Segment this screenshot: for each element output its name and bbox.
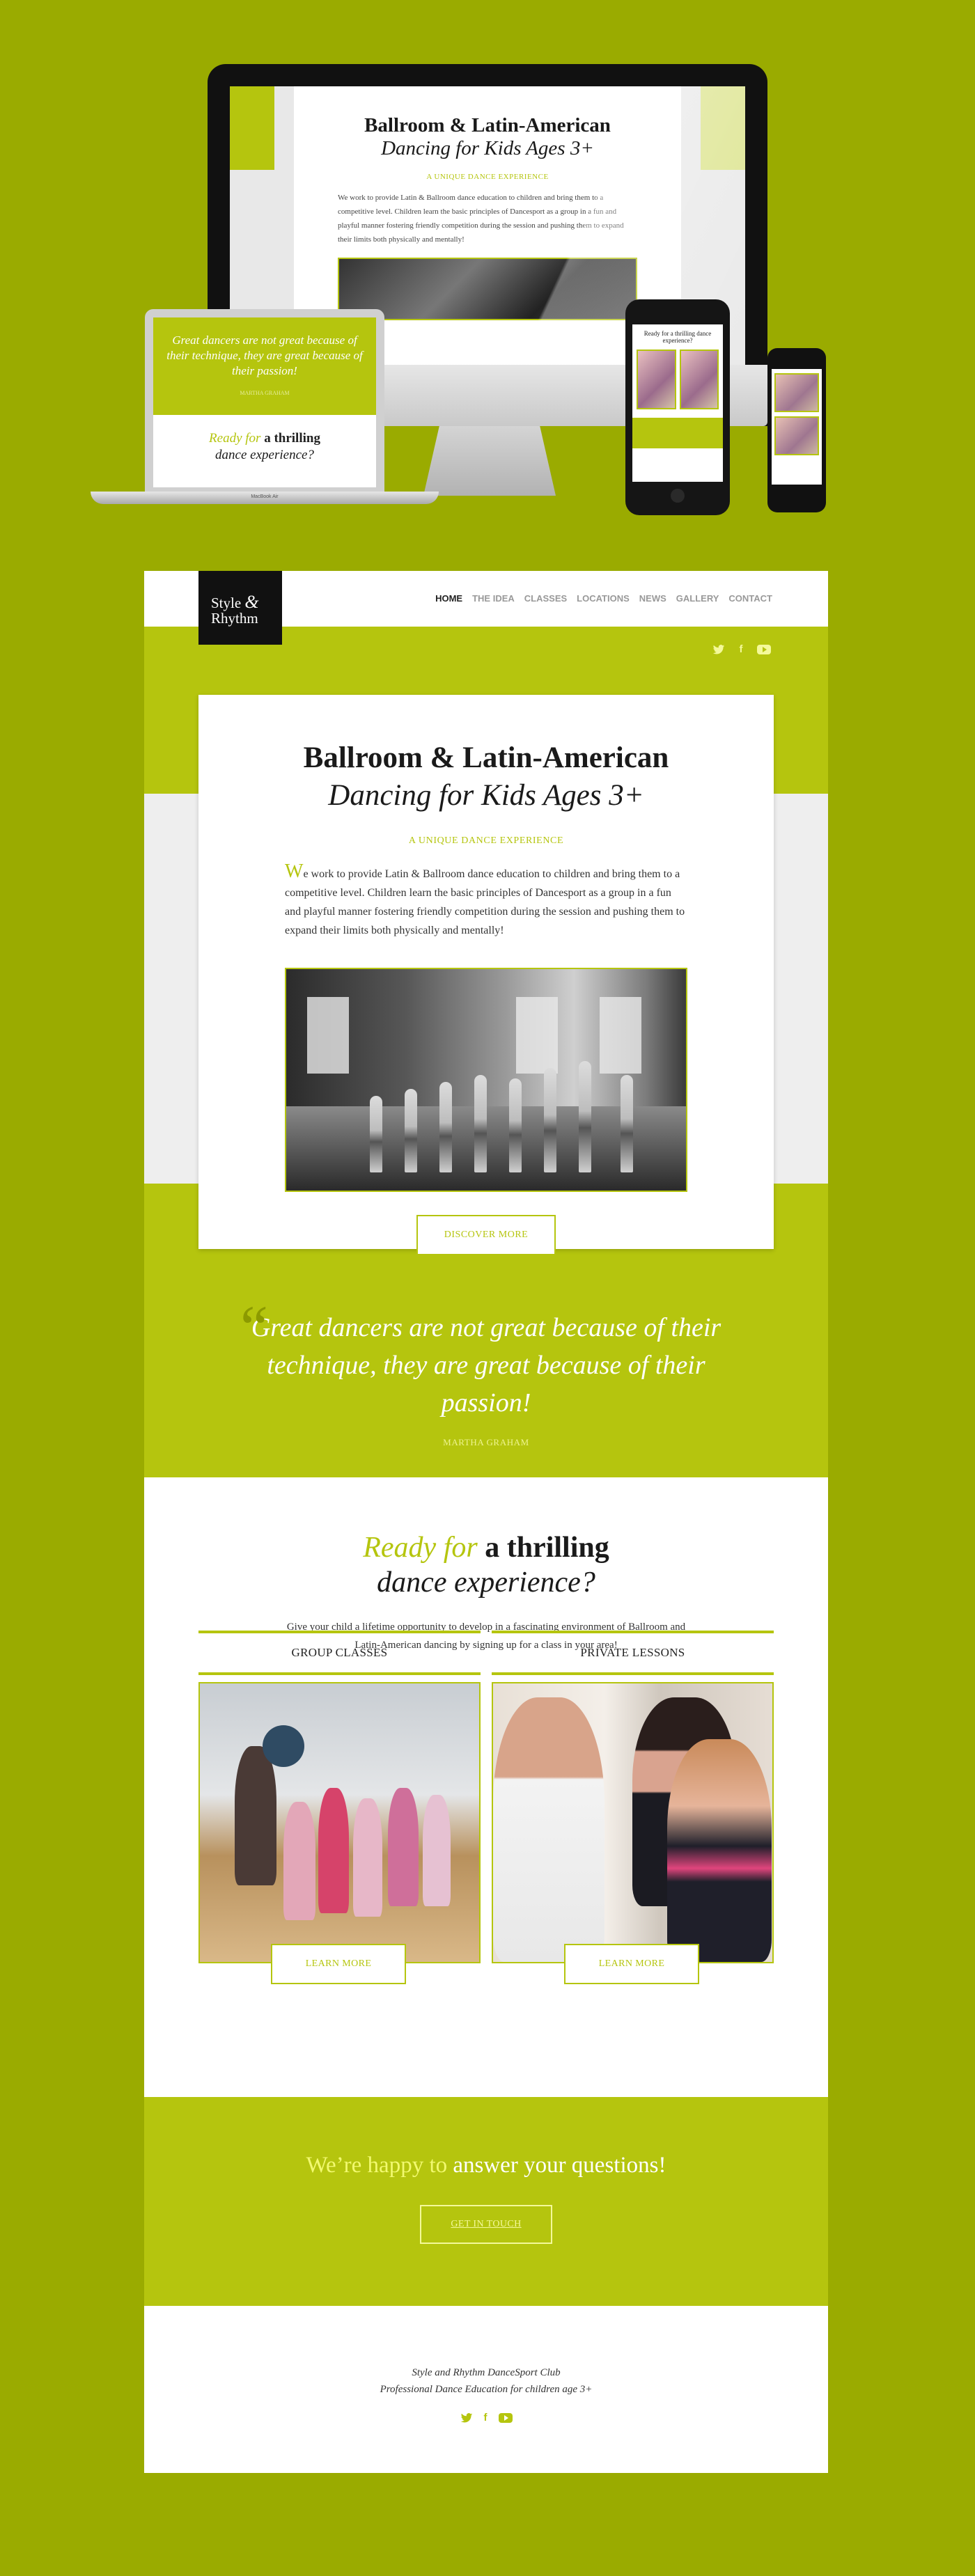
classes-section: Ready for a thrilling dance experience? …: [144, 1477, 828, 2097]
nav-item-locations[interactable]: LOCATIONS: [577, 593, 630, 604]
classes-title-highlight: Ready for: [363, 1532, 478, 1564]
class-cards: GROUP CLASSES LEARN MORE PRIVATE LESSONS: [198, 1631, 774, 2000]
imac-screen-accent-right: [701, 86, 745, 170]
phone-photo: [774, 373, 819, 412]
imac-stand: [423, 426, 556, 496]
phone-screen: [772, 369, 822, 485]
laptop-ready-highlight: Ready for: [209, 431, 261, 446]
laptop-screen: Great dancers are not great because of t…: [145, 309, 384, 496]
tablet-ready-title: Ready for a thrilling dance experience?: [644, 330, 712, 344]
header-social-links: f: [712, 643, 771, 656]
tablet-contact-band: [632, 418, 723, 448]
hero-title-line-1: Ballroom & Latin-American: [303, 741, 669, 774]
imac-title-2: Dancing for Kids Ages 3+: [381, 137, 594, 159]
class-card-private: PRIVATE LESSONS LEARN MORE: [492, 1631, 774, 2000]
laptop-ready-italic: dance experience?: [215, 448, 314, 462]
device-mockups: Ballroom & Latin-American Dancing for Ki…: [0, 0, 975, 550]
hero-paragraph-text: e work to provide Latin & Ballroom dance…: [285, 868, 685, 936]
nav-item-news[interactable]: NEWS: [639, 593, 666, 604]
twitter-icon[interactable]: [460, 2412, 473, 2424]
laptop-quote-section: Great dancers are not great because of t…: [153, 317, 376, 415]
private-lessons-learn-more-button[interactable]: LEARN MORE: [564, 1944, 699, 1984]
tablet-screen: Ready for a thrilling dance experience?: [632, 324, 723, 482]
laptop-ready-bold: a thrilling: [264, 431, 320, 446]
nav-item-classes[interactable]: CLASSES: [524, 593, 567, 604]
laptop-mockup: Great dancers are not great because of t…: [91, 309, 439, 511]
youtube-icon[interactable]: [498, 2413, 513, 2423]
contact-title: We’re happy to answer your questions!: [144, 2097, 828, 2178]
group-classes-learn-more-button[interactable]: LEARN MORE: [271, 1944, 406, 1984]
contact-section: We’re happy to answer your questions! GE…: [144, 2097, 828, 2306]
classes-title-bold: a thrilling: [485, 1532, 609, 1564]
laptop-quote-text: Great dancers are not great because of t…: [166, 333, 363, 377]
facebook-icon[interactable]: f: [735, 643, 747, 656]
hero-section: f Ballroom & Latin-American Dancing for …: [144, 627, 828, 1477]
quote-text: Great dancers are not great because of t…: [251, 1313, 722, 1417]
nav-item-the-idea[interactable]: THE IDEA: [472, 593, 515, 604]
tablet-photo: [679, 350, 719, 409]
site-footer: Style and Rhythm DanceSport Club Profess…: [144, 2306, 828, 2473]
logo-text-rhythm: Rhythm: [211, 610, 258, 627]
site-header: Style & Rhythm HOME THE IDEA CLASSES LOC…: [144, 571, 828, 645]
hero-title-line-2: Dancing for Kids Ages 3+: [328, 779, 644, 812]
nav-item-gallery[interactable]: GALLERY: [676, 593, 719, 604]
imac-kicker: A UNIQUE DANCE EXPERIENCE: [426, 173, 549, 181]
quote-block: “ Great dancers are not great because of…: [144, 1297, 828, 1448]
contact-title-rest: answer your questions!: [453, 2153, 666, 2178]
class-card-title: PRIVATE LESSONS: [492, 1631, 774, 1675]
contact-title-highlight: We’re happy to: [306, 2153, 448, 2178]
footer-social-links: f: [144, 2412, 828, 2424]
nav-item-home[interactable]: HOME: [435, 593, 462, 604]
hero-photo: [285, 968, 687, 1192]
facebook-icon[interactable]: f: [484, 2412, 488, 2424]
website-page: Style & Rhythm HOME THE IDEA CLASSES LOC…: [144, 571, 828, 2473]
hero-drop-cap: W: [285, 861, 304, 882]
imac-title-1: Ballroom & Latin-American: [364, 114, 611, 136]
laptop-ready-section: Ready for a thrilling dance experience?: [153, 415, 376, 487]
discover-more-button[interactable]: DISCOVER MORE: [416, 1215, 556, 1255]
get-in-touch-button[interactable]: GET IN TOUCH: [420, 2205, 552, 2244]
phone-photo: [774, 416, 819, 455]
hero-kicker: A UNIQUE DANCE EXPERIENCE: [408, 835, 564, 846]
classes-title-italic: dance experience?: [377, 1566, 595, 1599]
tablet-home-button: [671, 489, 685, 503]
logo-ampersand: &: [244, 592, 259, 612]
footer-tagline: Professional Dance Education for childre…: [380, 2384, 593, 2395]
site-logo[interactable]: Style & Rhythm: [198, 571, 282, 645]
class-card-group: GROUP CLASSES LEARN MORE: [198, 1631, 481, 2000]
phone-mockup: [767, 348, 826, 512]
hero-card: Ballroom & Latin-American Dancing for Ki…: [198, 695, 774, 1255]
imac-paragraph: We work to provide Latin & Ballroom danc…: [338, 194, 624, 244]
logo-text-style: Style: [211, 595, 242, 611]
quote-mark-icon: “: [240, 1294, 268, 1362]
laptop-base: MacBook Air: [91, 492, 439, 504]
nav-item-contact[interactable]: CONTACT: [728, 593, 772, 604]
laptop-quote-author: MARTHA GRAHAM: [240, 390, 290, 396]
tablet-photo-grid: [637, 350, 719, 409]
tablet-mockup: Ready for a thrilling dance experience?: [625, 299, 730, 515]
quote-author: MARTHA GRAHAM: [443, 1437, 529, 1447]
imac-screen-accent-left: [230, 86, 274, 170]
footer-club-name: Style and Rhythm DanceSport Club: [412, 2367, 561, 2378]
tablet-photo: [637, 350, 676, 409]
group-classes-photo: [198, 1682, 481, 1963]
youtube-icon[interactable]: [757, 645, 771, 654]
classes-title: Ready for a thrilling dance experience?: [144, 1477, 828, 1600]
hero-paragraph: We work to provide Latin & Ballroom danc…: [285, 862, 687, 940]
twitter-icon[interactable]: [712, 643, 725, 656]
class-card-title: GROUP CLASSES: [198, 1631, 481, 1675]
private-lessons-photo: [492, 1682, 774, 1963]
main-nav: HOME THE IDEA CLASSES LOCATIONS NEWS GAL…: [435, 593, 772, 604]
